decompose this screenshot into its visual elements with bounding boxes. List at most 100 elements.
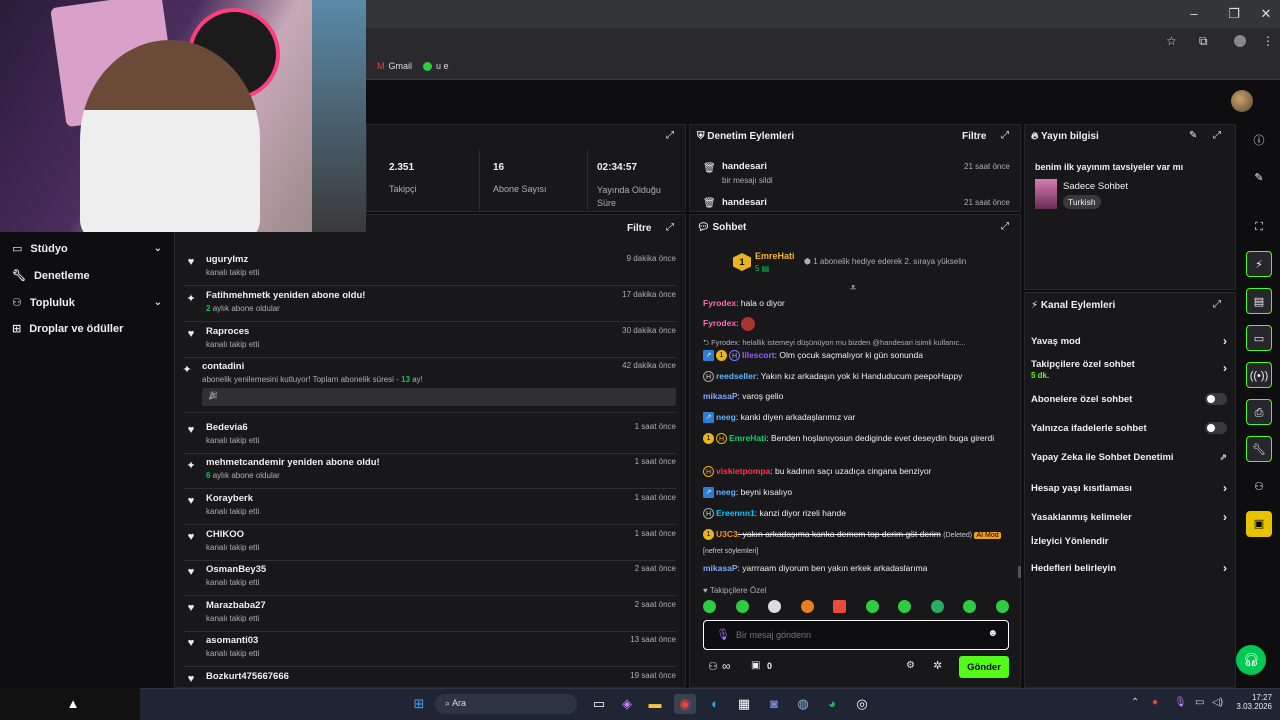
sidebar-item-moderation[interactable]: 🔧︎ Denetleme	[12, 269, 162, 283]
followers-only-row[interactable]: Takipçilere özel sohbet 5 dk. ›	[1031, 359, 1227, 383]
emote-icon[interactable]	[995, 600, 1009, 613]
sparkle-icon: ✦	[182, 364, 192, 376]
chat-icon[interactable]: ▭	[1246, 325, 1272, 351]
emote-icon[interactable]	[735, 600, 749, 613]
sub-badge-icon: H	[703, 508, 714, 520]
obs-icon[interactable]: ◎	[851, 694, 873, 714]
settings-icon[interactable]: ⚙	[906, 660, 915, 671]
windows-start-icon[interactable]: ⊞	[408, 694, 430, 714]
microphone-icon[interactable]: 🎙︎	[716, 628, 730, 641]
expand-icon[interactable]: ⤢	[1001, 130, 1009, 141]
volume-icon[interactable]: ◁)	[1212, 697, 1223, 708]
taskbar-search[interactable]: ⌕ Ara	[435, 694, 577, 714]
steam-icon[interactable]: ◍	[792, 694, 814, 714]
file-explorer-icon[interactable]: ▬	[644, 694, 666, 714]
minimize-icon[interactable]: –	[1184, 6, 1204, 21]
activity-item: ✦ mehmetcandemir yeniden abone oldu! 6 a…	[184, 453, 676, 489]
chrome-icon[interactable]: ◉	[674, 694, 696, 714]
chat-title: 💬︎ Sohbet	[697, 222, 747, 233]
emote-icon[interactable]	[768, 600, 782, 613]
bookmark-ue[interactable]: u e	[423, 61, 449, 71]
chat-message-deleted: 1 U3C3: yakın arkadaşıma kanka demem top …	[703, 529, 1001, 555]
tray-chevron-icon[interactable]: ⌃	[1131, 697, 1139, 708]
tray-app-icon[interactable]: ●	[1152, 697, 1158, 708]
info-icon[interactable]: ⓘ	[1246, 128, 1272, 154]
raid-row[interactable]: İzleyici Yönlendir	[1031, 536, 1227, 547]
discord-icon[interactable]: ◙	[763, 694, 785, 714]
profile-avatar[interactable]	[1234, 35, 1246, 47]
account-age-row[interactable]: Hesap yaşı kısıtlaması ›	[1031, 481, 1227, 495]
spotify-icon[interactable]: ◕	[821, 694, 843, 714]
emote-icon[interactable]	[865, 600, 879, 613]
puzzle-icon[interactable]: ✲	[933, 659, 942, 672]
bookmark-star-icon[interactable]: ☆	[1166, 34, 1177, 48]
emote-icon[interactable]	[898, 600, 912, 613]
banned-words-row[interactable]: Yasaklanmış kelimeler ›	[1031, 510, 1227, 524]
emote-icon[interactable]	[833, 600, 847, 613]
emote-icon[interactable]	[800, 600, 814, 613]
extensions-icon[interactable]: ⧉	[1199, 34, 1208, 49]
channel-points-icon[interactable]: ▣	[751, 660, 760, 671]
wrench-icon[interactable]: 🔧︎	[1246, 436, 1272, 462]
user-avatar[interactable]	[1231, 90, 1253, 112]
chat-scrollbar[interactable]	[1018, 566, 1021, 578]
emote-icon: 🎉︎	[208, 391, 219, 400]
activity-item: ♥ Bozkurt475667666 19 saat önce	[184, 667, 676, 687]
fullscreen-icon[interactable]: ⛶	[1246, 214, 1272, 240]
activity-item: ♥ asomanti03 kanalı takip etti 13 saat ö…	[184, 631, 676, 667]
edit-icon[interactable]: ✎	[1189, 130, 1197, 141]
shield-icon: ⛨	[697, 131, 708, 142]
copilot-icon[interactable]: ◈	[616, 694, 638, 714]
expand-icon[interactable]: ⤢	[1213, 130, 1221, 141]
community-icon[interactable]: ⚇	[708, 660, 718, 673]
activity-item: ♥ Korayberk kanalı takip etti 1 saat önc…	[184, 489, 676, 525]
emote-icon[interactable]	[703, 600, 716, 613]
maximize-icon[interactable]: ❐	[1224, 6, 1244, 22]
sidebar-item-community[interactable]: ⚇ Topluluk ⌄	[12, 296, 162, 310]
sidebar-item-studio[interactable]: ▭ Stüdyo ⌄	[12, 242, 162, 256]
slow-mode-row[interactable]: Yavaş mod ›	[1031, 334, 1227, 348]
expand-icon[interactable]: ⤢	[666, 222, 674, 233]
app-icon[interactable]: ▣	[1246, 511, 1272, 537]
chat-input-box[interactable]: 🎙︎ ☻	[703, 620, 1009, 650]
store-icon[interactable]: ▦	[733, 694, 755, 714]
send-button[interactable]: Gönder	[959, 656, 1009, 678]
chat-input[interactable]	[736, 626, 976, 644]
broadcast-icon[interactable]: ((•))	[1246, 362, 1272, 388]
sidebar-item-drops[interactable]: ⊞ Droplar ve ödüller	[12, 322, 162, 336]
moderation-filter-button[interactable]: Filtre	[962, 131, 986, 142]
edge-icon[interactable]: ◐	[704, 694, 726, 714]
clock[interactable]: 17:27 3.03.2026	[1232, 693, 1272, 711]
close-icon[interactable]: ✕	[1256, 6, 1276, 22]
pencil-icon[interactable]: ✎	[1246, 165, 1272, 191]
language-tag[interactable]: Turkish	[1063, 195, 1101, 209]
expand-icon[interactable]: ⤢	[1213, 299, 1221, 310]
shelf	[312, 0, 366, 232]
emote-only-toggle[interactable]	[1205, 422, 1227, 434]
chevron-right-icon: ›	[1223, 334, 1227, 348]
ai-moderation-row[interactable]: Yapay Zeka ile Sohbet Denetimi ⇗	[1031, 452, 1227, 463]
stream-info-title: 🔥︎ Yayın bilgisi	[1031, 131, 1099, 142]
sub-badge-icon: H	[729, 350, 740, 362]
emote-icon[interactable]	[930, 600, 944, 613]
taskview-icon[interactable]: ▭	[588, 694, 610, 714]
emote-icon[interactable]	[963, 600, 977, 613]
collapse-icon[interactable]: ⩡	[850, 282, 856, 295]
expand-icon[interactable]: ⤢	[1001, 221, 1009, 232]
tray-mic-icon[interactable]: 🎙︎	[1174, 697, 1187, 708]
arrow-badge-icon: ↗	[703, 412, 714, 424]
printer-icon[interactable]: ⎙	[1246, 399, 1272, 425]
bookmark-gmail[interactable]: M Gmail	[377, 61, 412, 71]
subscribers-only-toggle[interactable]	[1205, 393, 1227, 405]
group-icon[interactable]: ⚇	[1246, 474, 1272, 500]
network-icon[interactable]: ▭	[1195, 697, 1204, 708]
activity-filter-button[interactable]: Filtre	[627, 223, 651, 234]
expand-icon[interactable]: ⤢	[666, 130, 674, 141]
quick-action-icon[interactable]: ⚡︎	[1246, 251, 1272, 277]
chevron-down-icon: ⌄	[153, 297, 162, 308]
clipboard-icon[interactable]: ▤	[1246, 288, 1272, 314]
headset-icon[interactable]: 🎧︎	[1236, 645, 1266, 675]
emoji-icon[interactable]: ☻	[987, 628, 998, 639]
browser-menu-icon[interactable]: ⋮	[1262, 34, 1274, 48]
set-goals-row[interactable]: Hedefleri belirleyin ›	[1031, 561, 1227, 575]
